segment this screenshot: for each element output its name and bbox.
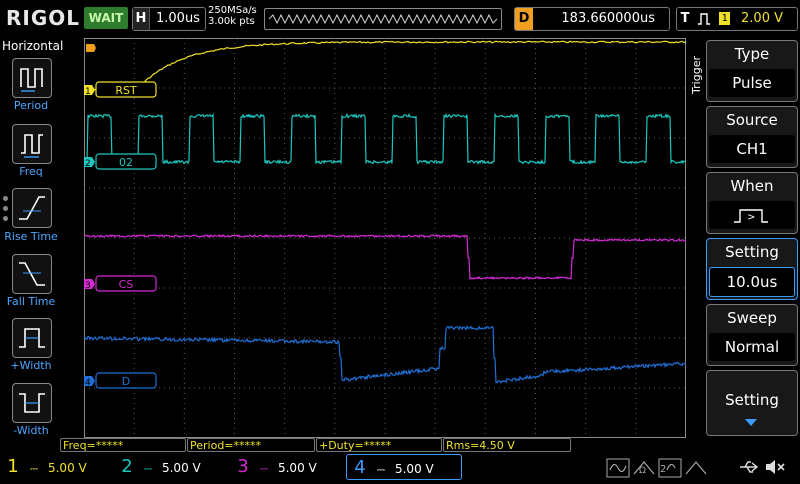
dc-coupling-icon: ⎓ bbox=[377, 465, 385, 476]
timebase-display[interactable]: H 1.00us bbox=[132, 7, 206, 31]
fall-time-button[interactable] bbox=[12, 254, 52, 294]
trigger-level: 2.00 V bbox=[741, 11, 783, 26]
trigger-setting-title: Setting bbox=[725, 243, 779, 261]
measure-rms[interactable]: Rms=4.50 V bbox=[443, 438, 571, 452]
fall-time-icon bbox=[19, 262, 45, 286]
trigger-menu-label: Trigger bbox=[690, 56, 703, 94]
channel-2-scale[interactable]: 2 ⎓ 5.00 V bbox=[118, 454, 230, 480]
positive-width-label: +Width bbox=[10, 359, 52, 372]
memory-overview-waveform bbox=[268, 13, 498, 25]
rise-time-button[interactable] bbox=[12, 188, 52, 228]
channel-3-scale[interactable]: 3 ⎓ 5.00 V bbox=[234, 454, 346, 480]
delay-value: 183.660000us bbox=[561, 11, 655, 26]
period-label: Period bbox=[13, 99, 49, 112]
speaker-muted-icon[interactable] bbox=[764, 458, 786, 476]
run-status-badge[interactable]: WAIT bbox=[84, 7, 128, 29]
trigger-source-button[interactable]: Source CH1 bbox=[706, 106, 798, 168]
channel-3-marker-number: 3 bbox=[85, 281, 91, 291]
channel-3-label: CS bbox=[119, 278, 134, 291]
memory-overview-strip[interactable] bbox=[264, 8, 502, 30]
delay-display[interactable]: D 183.660000us bbox=[514, 7, 670, 31]
channel-2-number: 2 bbox=[121, 456, 133, 477]
trigger-source-value: CH1 bbox=[709, 135, 795, 163]
trigger-more-setting-button[interactable]: Setting bbox=[706, 370, 798, 436]
function-generator-2-output-icon[interactable] bbox=[684, 458, 708, 478]
trigger-setting-button[interactable]: Setting 10.0us bbox=[706, 238, 798, 300]
trigger-when-button[interactable]: When > bbox=[706, 172, 798, 234]
channel-2-marker-number: 2 bbox=[85, 159, 91, 169]
channel-4-label: D bbox=[122, 375, 130, 388]
svg-text:Ω: Ω bbox=[639, 466, 646, 476]
chevron-down-icon bbox=[745, 419, 757, 426]
pulse-trigger-icon bbox=[698, 12, 711, 25]
trigger-position-marker bbox=[86, 44, 96, 52]
freq-button[interactable] bbox=[12, 124, 52, 164]
function-generator-2-icon[interactable]: 2 bbox=[658, 458, 682, 478]
svg-text:2: 2 bbox=[660, 464, 666, 475]
trigger-setting-value: 10.0us bbox=[709, 267, 795, 297]
measure-freq[interactable]: Freq=***** bbox=[60, 438, 186, 452]
svg-text:>: > bbox=[747, 212, 755, 223]
waveform-grid: 1 RST 2 02 3 CS 4 D bbox=[83, 38, 687, 438]
rise-time-icon bbox=[19, 196, 45, 220]
trigger-type-title: Type bbox=[734, 45, 770, 63]
timebase-value: 1.00us bbox=[156, 11, 200, 26]
channel-4-number: 4 bbox=[354, 457, 366, 478]
menu-page-indicator bbox=[3, 196, 8, 226]
trigger-when-value: > bbox=[709, 201, 795, 229]
period-icon bbox=[20, 68, 43, 92]
channel-1-marker-number: 1 bbox=[85, 87, 91, 97]
dc-coupling-icon: ⎓ bbox=[30, 464, 38, 475]
channel-4-scale[interactable]: 4 ⎓ 5.00 V bbox=[346, 454, 462, 480]
channel-1-scale[interactable]: 1 ⎓ 5.00 V bbox=[4, 454, 116, 480]
waveform-display[interactable]: 1 RST 2 02 3 CS 4 D bbox=[83, 38, 687, 438]
freq-icon bbox=[21, 134, 43, 158]
channel-2-label: 02 bbox=[119, 156, 133, 169]
dc-coupling-icon: ⎓ bbox=[260, 464, 268, 475]
trigger-type-value: Pulse bbox=[709, 69, 795, 97]
function-generator-1-output-icon[interactable]: Ω bbox=[632, 458, 656, 478]
trigger-source-badge: 1 bbox=[719, 12, 731, 25]
channel-1-number: 1 bbox=[7, 456, 19, 477]
dc-coupling-icon: ⎓ bbox=[144, 464, 152, 475]
negative-width-icon bbox=[19, 393, 45, 413]
freq-label: Freq bbox=[19, 165, 43, 178]
channel-2-volts: 5.00 V bbox=[161, 461, 201, 475]
memory-depth: 3.00k pts bbox=[208, 16, 255, 27]
measure-duty[interactable]: +Duty=***** bbox=[316, 438, 442, 452]
channel-4-marker-number: 4 bbox=[85, 378, 91, 388]
channel-3-number: 3 bbox=[237, 456, 249, 477]
positive-width-icon bbox=[19, 328, 45, 348]
brand-logo: RIGOL bbox=[6, 6, 81, 30]
trigger-key: T bbox=[680, 11, 690, 26]
measure-period[interactable]: Period=***** bbox=[187, 438, 315, 452]
trigger-sweep-title: Sweep bbox=[727, 309, 777, 327]
trigger-when-title: When bbox=[730, 177, 774, 195]
sample-rate: 250MSa/s bbox=[208, 5, 257, 16]
negative-width-button[interactable] bbox=[12, 383, 52, 423]
trigger-status-display[interactable]: T 1 2.00 V bbox=[676, 7, 798, 31]
channel-3-volts: 5.00 V bbox=[277, 461, 317, 475]
negative-width-label: -Width bbox=[13, 424, 49, 437]
trigger-sweep-value: Normal bbox=[709, 333, 795, 361]
trigger-sweep-button[interactable]: Sweep Normal bbox=[706, 304, 798, 366]
channel-1-label: RST bbox=[115, 84, 137, 97]
period-button[interactable] bbox=[12, 58, 52, 98]
trigger-more-setting-title: Setting bbox=[725, 391, 779, 409]
menu-title: Horizontal bbox=[2, 39, 64, 53]
channel-1-volts: 5.00 V bbox=[47, 461, 87, 475]
fall-time-label: Fall Time bbox=[6, 295, 56, 308]
horizontal-key: H bbox=[133, 8, 150, 30]
acquisition-info: 250MSa/s 3.00k pts bbox=[208, 5, 257, 27]
positive-width-button[interactable] bbox=[12, 318, 52, 358]
usb-icon bbox=[740, 461, 759, 473]
delay-key: D bbox=[515, 8, 533, 30]
trigger-source-title: Source bbox=[726, 111, 778, 129]
trigger-type-button[interactable]: Type Pulse bbox=[706, 40, 798, 102]
channel-4-volts: 5.00 V bbox=[394, 462, 434, 476]
rise-time-label: Rise Time bbox=[4, 230, 58, 243]
pulse-positive-greater-icon: > bbox=[734, 208, 768, 223]
function-generator-1-icon[interactable] bbox=[606, 458, 630, 478]
